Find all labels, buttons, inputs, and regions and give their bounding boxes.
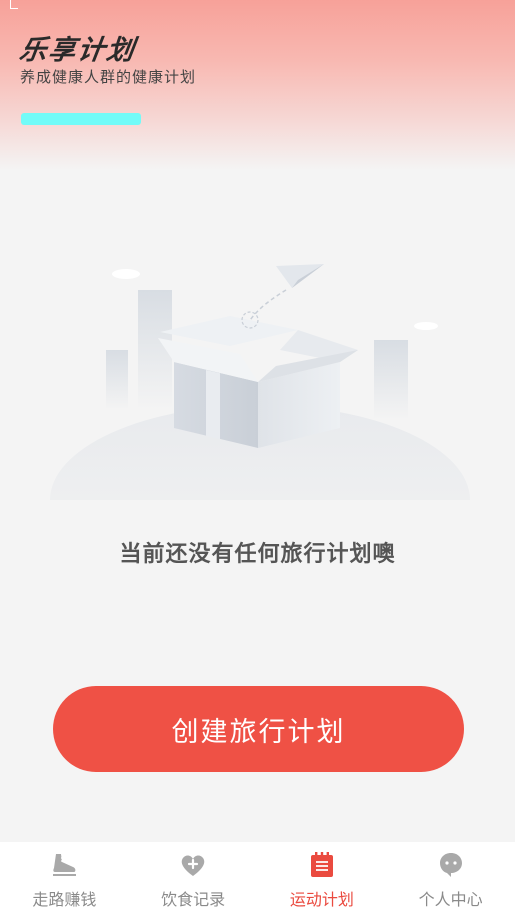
- page-subtitle: 养成健康人群的健康计划: [20, 68, 197, 86]
- heart-plus-icon: [181, 855, 205, 876]
- empty-box-illustration: [50, 264, 470, 500]
- tab-label: 走路赚钱: [32, 890, 97, 909]
- tab-label: 运动计划: [289, 890, 354, 909]
- accent-bar: [21, 113, 141, 125]
- tab-walk-earn[interactable]: 走路赚钱: [0, 842, 129, 912]
- page-title: 乐享计划: [17, 35, 138, 66]
- notepad-icon: [310, 852, 333, 877]
- create-plan-button[interactable]: 创建旅行计划: [53, 686, 464, 772]
- chat-bubble-icon: [439, 853, 462, 877]
- empty-state-message: 当前还没有任何旅行计划噢: [119, 542, 396, 567]
- status-bar-mark: [10, 0, 18, 9]
- tab-diet-record[interactable]: 饮食记录: [129, 842, 258, 912]
- bottom-tab-bar: 走路赚钱 饮食记录 运动计划 个人中心: [0, 842, 515, 912]
- tab-label: 个人中心: [418, 890, 483, 909]
- tab-personal-center[interactable]: 个人中心: [386, 842, 515, 912]
- screen: 乐享计划 养成健康人群的健康计划 当前还没有任何旅行计划噢 创建旅行计划 走路赚…: [0, 0, 515, 912]
- tab-label: 饮食记录: [161, 890, 226, 909]
- tab-exercise-plan[interactable]: 运动计划: [258, 842, 387, 912]
- shoe-icon: [53, 854, 77, 876]
- header-banner: 乐享计划 养成健康人群的健康计划: [0, 0, 515, 170]
